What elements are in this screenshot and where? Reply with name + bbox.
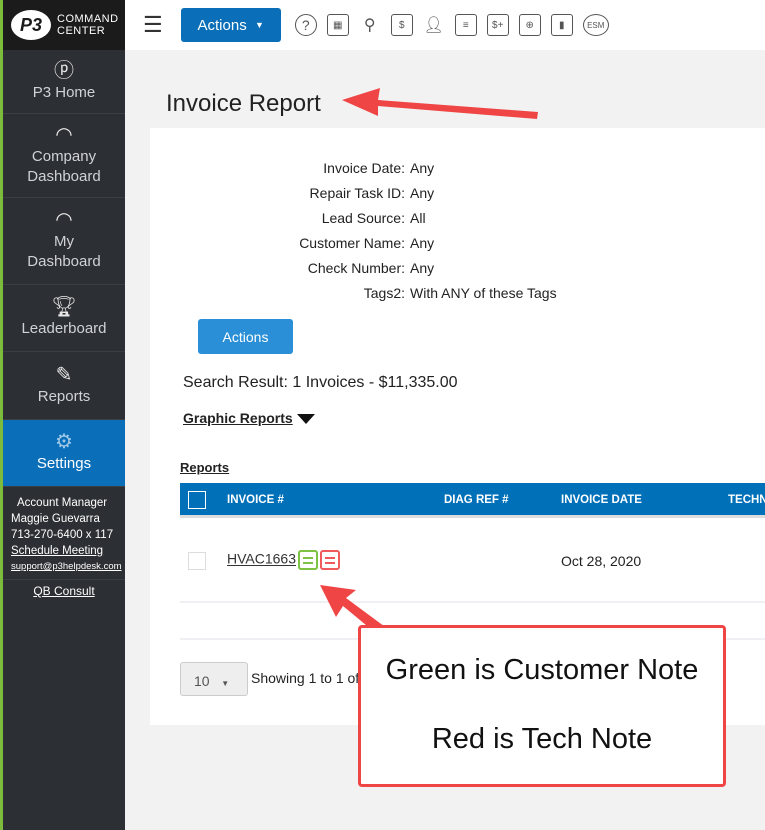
annotation-line-green: Green is Customer Note (385, 654, 699, 686)
annotation-callout: Green is Customer Note Red is Tech Note (358, 625, 726, 787)
arrow-to-title (342, 88, 538, 119)
annotation-line-red: Red is Tech Note (431, 723, 653, 755)
